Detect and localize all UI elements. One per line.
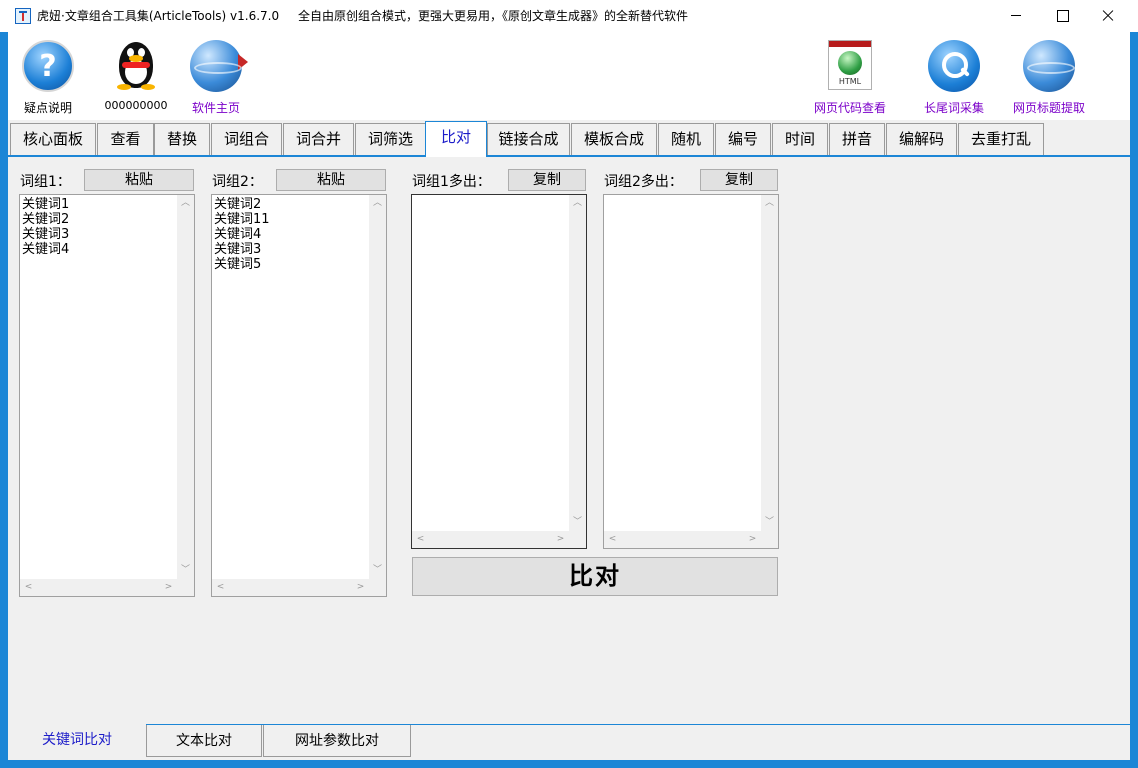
- tab-word-merge[interactable]: 词合并: [283, 123, 354, 156]
- window-frame-right: [1130, 32, 1138, 768]
- vertical-scrollbar[interactable]: ︿ ﹀: [369, 195, 386, 579]
- longtail-keyword-button[interactable]: 长尾词采集: [909, 38, 999, 118]
- vertical-scrollbar[interactable]: ︿ ﹀: [569, 195, 586, 531]
- scroll-up-icon[interactable]: ︿: [369, 195, 386, 212]
- group2-extra-textbox[interactable]: ︿ ﹀ < >: [603, 194, 779, 549]
- group1-extra-textbox[interactable]: ︿ ﹀ < >: [411, 194, 587, 549]
- group1-extra-copy-button[interactable]: 复制: [508, 169, 586, 191]
- tab-url-param-compare[interactable]: 网址参数比对: [263, 725, 411, 757]
- scroll-left-icon[interactable]: <: [412, 531, 429, 548]
- window-frame-bottom: [0, 760, 1138, 768]
- globe-icon: [1023, 40, 1075, 92]
- qq-penguin-icon: [110, 40, 162, 92]
- list-item: 关键词2: [22, 212, 70, 227]
- scroll-up-icon[interactable]: ︿: [761, 195, 778, 212]
- group1-textbox[interactable]: 关键词1 关键词2 关键词3 关键词4 ︿ ﹀ < >: [19, 194, 195, 597]
- tab-dedupe-shuffle[interactable]: 去重打乱: [958, 123, 1044, 156]
- scroll-right-icon[interactable]: >: [352, 579, 369, 596]
- homepage-button[interactable]: 软件主页: [171, 38, 261, 118]
- close-button[interactable]: [1085, 0, 1131, 32]
- vertical-scrollbar[interactable]: ︿ ﹀: [177, 195, 194, 579]
- help-icon: ?: [22, 40, 74, 92]
- title-extract-label: 网页标题提取: [1012, 101, 1085, 115]
- tab-time[interactable]: 时间: [772, 123, 828, 156]
- list-item: 关键词4: [22, 242, 70, 257]
- tab-link-synthesis[interactable]: 链接合成: [487, 123, 570, 156]
- main-tab-bar: 核心面板 查看 替换 词组合 词合并 词筛选 比对 链接合成 模板合成 随机 编…: [8, 120, 1130, 157]
- list-item: 关键词11: [214, 212, 270, 227]
- tab-template-synthesis[interactable]: 模板合成: [571, 123, 657, 156]
- horizontal-scrollbar[interactable]: < >: [412, 531, 586, 548]
- minimize-button[interactable]: [993, 0, 1039, 32]
- compare-button[interactable]: 比对: [412, 557, 778, 596]
- tab-keyword-compare[interactable]: 关键词比对: [8, 724, 146, 760]
- group1-label: 词组1：: [20, 174, 71, 190]
- tab-core-panel[interactable]: 核心面板: [10, 123, 96, 156]
- group1-paste-button[interactable]: 粘贴: [84, 169, 194, 191]
- tab-replace[interactable]: 替换: [154, 123, 210, 156]
- search-icon: [928, 40, 980, 92]
- tab-bar-underline: [8, 155, 1130, 157]
- group2-textbox[interactable]: 关键词2 关键词11 关键词4 关键词3 关键词5 ︿ ﹀ < >: [211, 194, 387, 597]
- horizontal-scrollbar[interactable]: < >: [212, 579, 386, 596]
- tab-random[interactable]: 随机: [658, 123, 714, 156]
- group1-extra-label: 词组1多出：: [412, 174, 491, 190]
- toolbar: ? 疑点说明 000000000 软件主页 HTML 网页代码查看 长尾词采集 …: [8, 32, 1130, 120]
- list-item: 关键词4: [214, 227, 262, 242]
- tab-text-compare[interactable]: 文本比对: [146, 725, 262, 757]
- list-item: 关键词3: [22, 227, 70, 242]
- app-icon: [15, 8, 31, 24]
- tab-word-combine[interactable]: 词组合: [211, 123, 282, 156]
- scroll-down-icon[interactable]: ﹀: [569, 514, 586, 531]
- html-viewer-label: 网页代码查看: [813, 101, 886, 115]
- scroll-left-icon[interactable]: <: [212, 579, 229, 596]
- list-item: 关键词3: [214, 242, 262, 257]
- scroll-up-icon[interactable]: ︿: [177, 195, 194, 212]
- scroll-left-icon[interactable]: <: [20, 579, 37, 596]
- group2-label: 词组2：: [212, 174, 263, 190]
- scroll-right-icon[interactable]: >: [552, 531, 569, 548]
- scroll-down-icon[interactable]: ﹀: [761, 514, 778, 531]
- scroll-down-icon[interactable]: ﹀: [369, 562, 386, 579]
- help-button[interactable]: ? 疑点说明: [3, 38, 93, 118]
- horizontal-scrollbar[interactable]: < >: [604, 531, 778, 548]
- tab-pinyin[interactable]: 拼音: [829, 123, 885, 156]
- horizontal-scrollbar[interactable]: < >: [20, 579, 194, 596]
- globe-icon: [190, 40, 248, 92]
- group2-extra-copy-button[interactable]: 复制: [700, 169, 778, 191]
- list-item: 关键词5: [214, 257, 262, 272]
- maximize-button[interactable]: [1039, 0, 1085, 32]
- title-bar: 虎妞·文章组合工具集(ArticleTools) v1.6.7.0 全自由原创组…: [0, 0, 1138, 32]
- window-subtitle: 全自由原创组合模式，更强大更易用，《原创文章生成器》的全新替代软件: [298, 9, 689, 23]
- html-viewer-button[interactable]: HTML 网页代码查看: [805, 38, 895, 118]
- help-label: 疑点说明: [23, 101, 72, 115]
- tab-word-filter[interactable]: 词筛选: [355, 123, 426, 156]
- list-item: 关键词2: [214, 197, 262, 212]
- list-item: 关键词1: [22, 197, 70, 212]
- html-document-icon: HTML: [828, 40, 872, 90]
- scroll-right-icon[interactable]: >: [160, 579, 177, 596]
- scroll-up-icon[interactable]: ︿: [569, 195, 586, 212]
- tab-view[interactable]: 查看: [97, 123, 154, 156]
- group2-paste-button[interactable]: 粘贴: [276, 169, 386, 191]
- vertical-scrollbar[interactable]: ︿ ﹀: [761, 195, 778, 531]
- scroll-right-icon[interactable]: >: [744, 531, 761, 548]
- homepage-label: 软件主页: [191, 101, 240, 115]
- scroll-down-icon[interactable]: ﹀: [177, 562, 194, 579]
- title-extract-button[interactable]: 网页标题提取: [1004, 38, 1094, 118]
- window-frame-left: [0, 32, 8, 768]
- window-title: 虎妞·文章组合工具集(ArticleTools) v1.6.7.0: [37, 9, 280, 23]
- qq-button[interactable]: 000000000: [91, 38, 181, 118]
- tab-numbering[interactable]: 编号: [715, 123, 771, 156]
- tab-encode-decode[interactable]: 编解码: [886, 123, 957, 156]
- longtail-keyword-label: 长尾词采集: [923, 101, 984, 115]
- group2-extra-label: 词组2多出：: [604, 174, 683, 190]
- tab-compare[interactable]: 比对: [425, 121, 487, 157]
- qq-number-label: 000000000: [104, 99, 168, 112]
- scroll-left-icon[interactable]: <: [604, 531, 621, 548]
